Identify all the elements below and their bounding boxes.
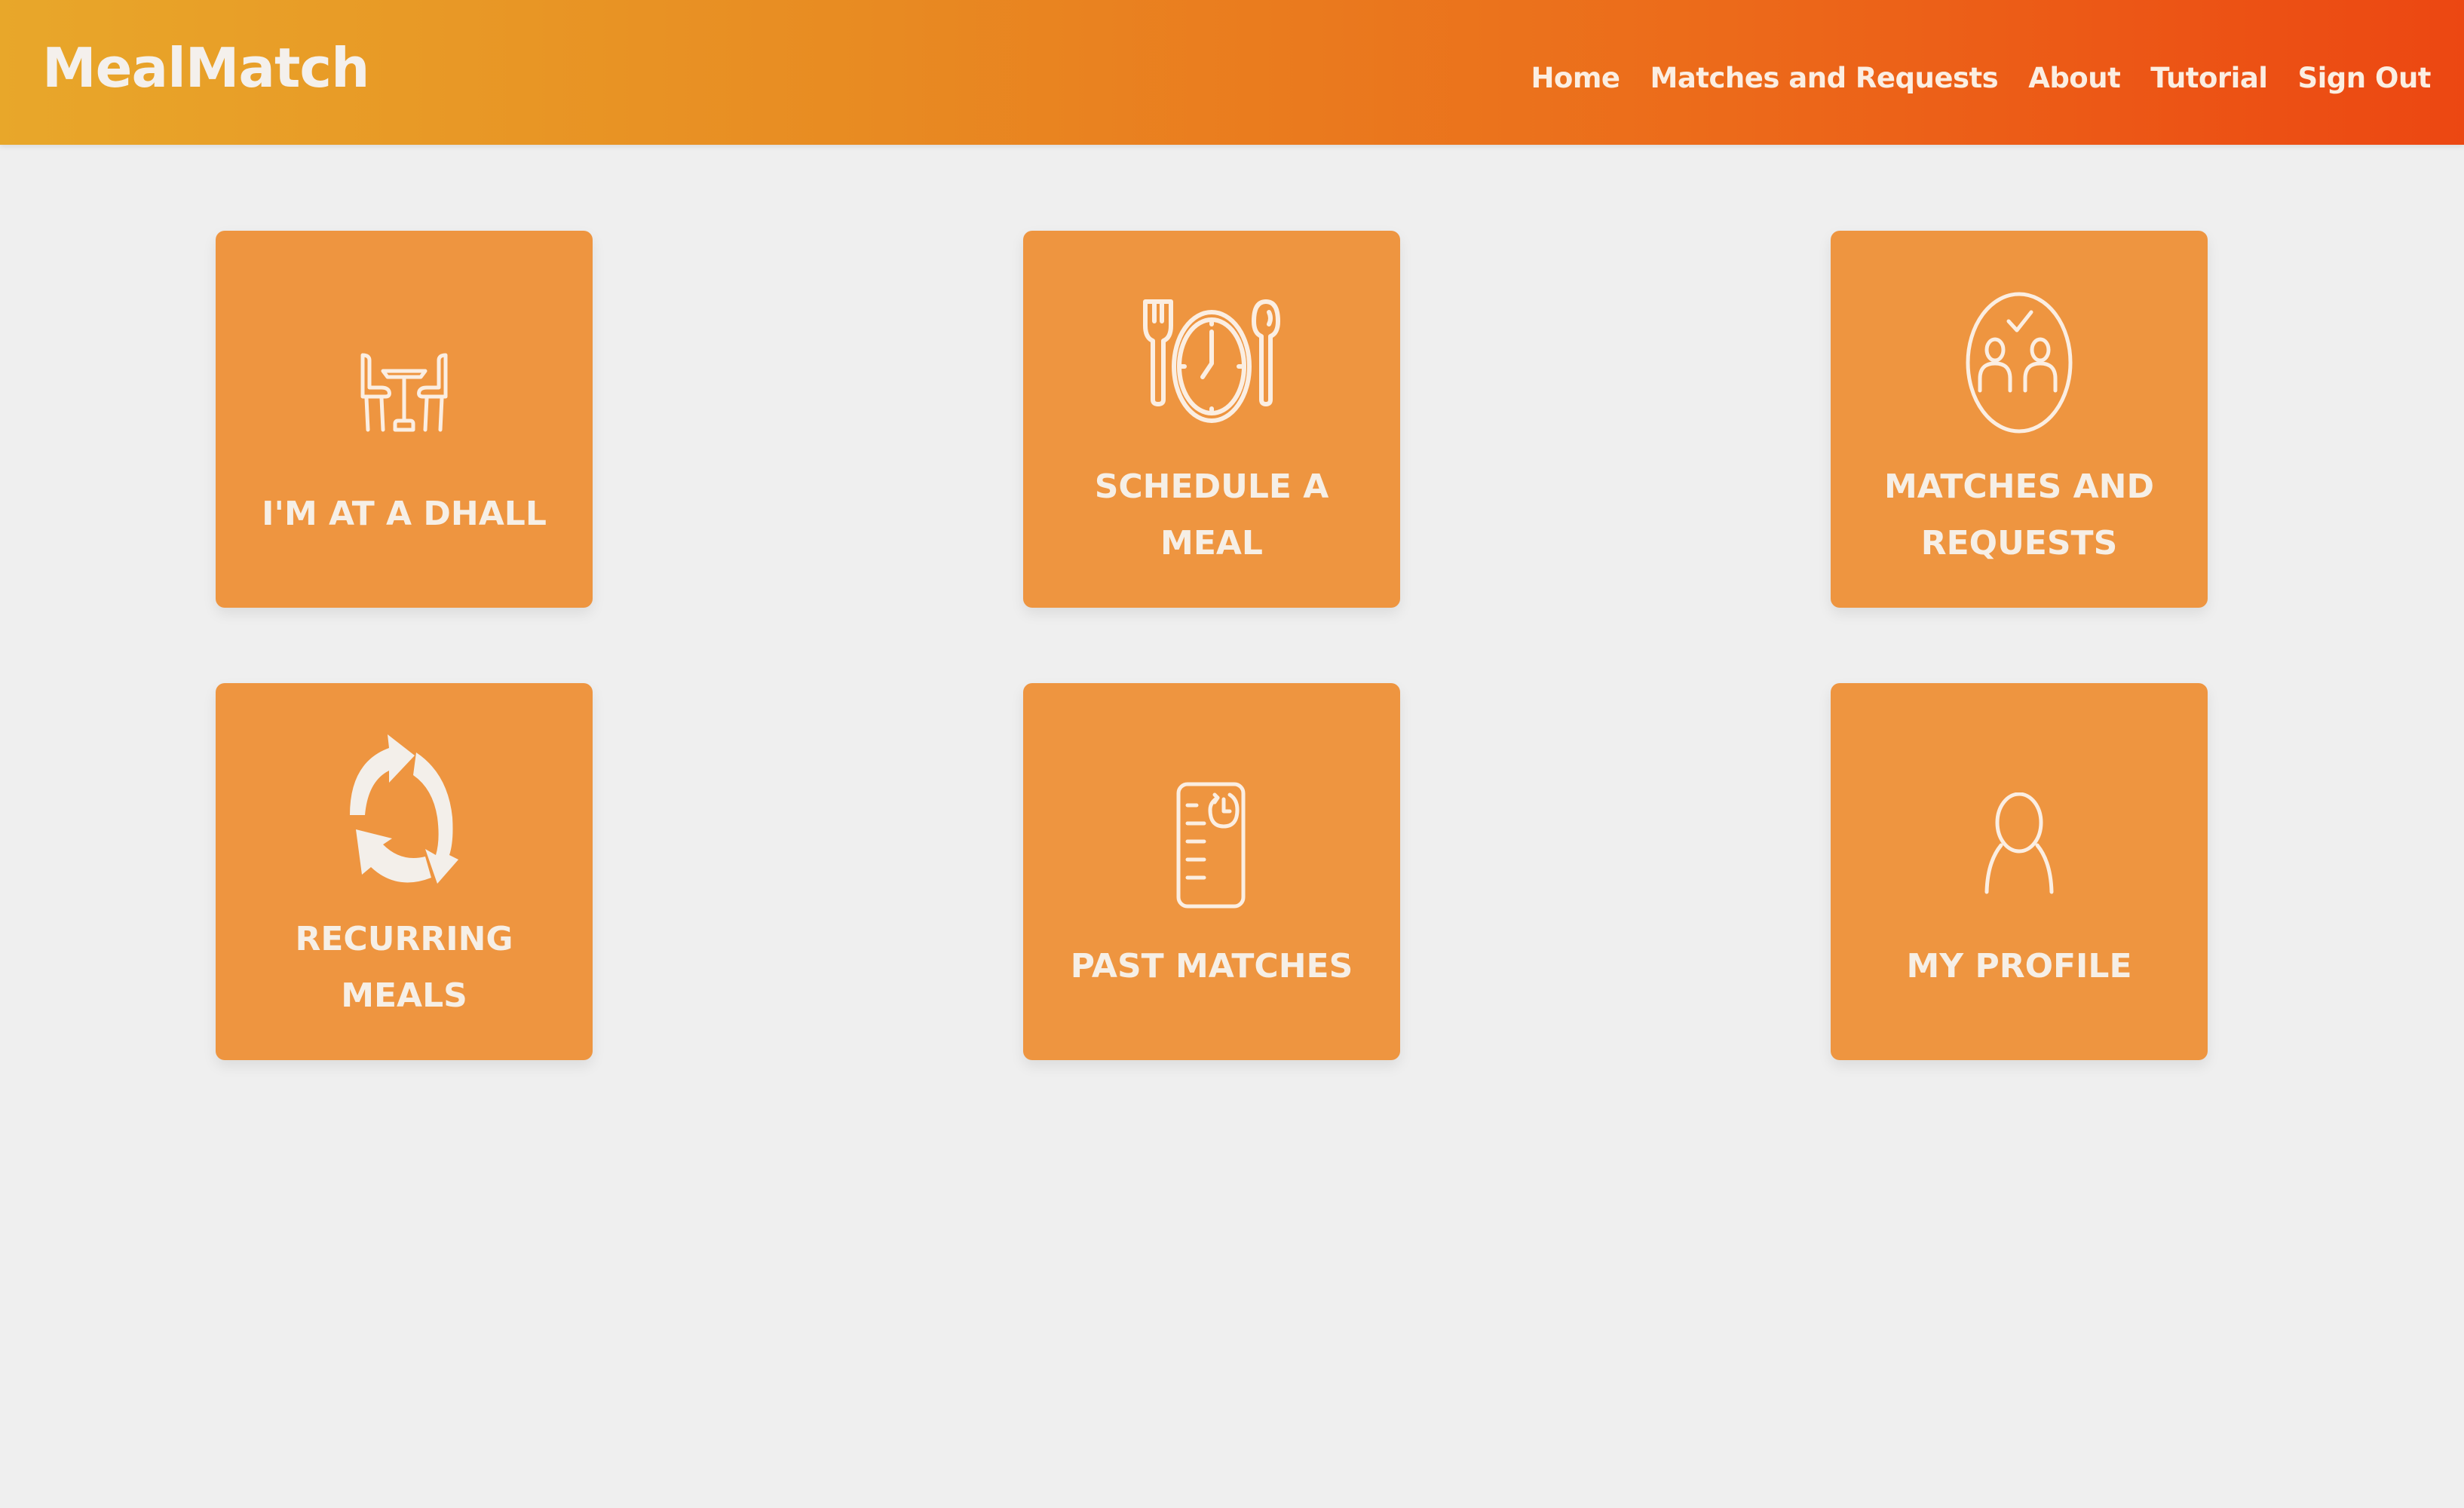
people-check-icon — [1965, 291, 2073, 434]
tile-recurring-meals[interactable]: RECURRING MEALS — [216, 683, 593, 1060]
tile-schedule-a-meal[interactable]: SCHEDULE A MEAL — [1023, 231, 1400, 608]
brand-logo[interactable]: MealMatch — [42, 36, 369, 100]
nav-sign-out[interactable]: Sign Out — [2297, 62, 2431, 94]
tile-label: MY PROFILE — [1906, 947, 2132, 985]
recycle-arrows-icon — [344, 728, 464, 894]
top-navbar: MealMatch Home Matches and Requests Abou… — [0, 0, 2464, 145]
tile-label: I'M AT A DHALL — [262, 495, 547, 533]
nav-tutorial[interactable]: Tutorial — [2150, 62, 2268, 94]
plate-clock-icon — [1142, 299, 1281, 425]
nav-about[interactable]: About — [2028, 62, 2121, 94]
tile-im-at-a-dhall[interactable]: I'M AT A DHALL — [216, 231, 593, 608]
nav-home[interactable]: Home — [1531, 62, 1620, 94]
dining-table-icon — [359, 351, 449, 434]
tile-label: MATCHES AND REQUESTS — [1883, 467, 2154, 562]
user-icon — [1984, 792, 2054, 895]
tile-label: RECURRING MEALS — [295, 920, 513, 1015]
tile-label: PAST MATCHES — [1070, 947, 1353, 985]
history-list-icon — [1175, 781, 1248, 909]
tile-matches-and-requests[interactable]: MATCHES AND REQUESTS — [1831, 231, 2208, 608]
tile-past-matches[interactable]: PAST MATCHES — [1023, 683, 1400, 1060]
nav-matches-and-requests[interactable]: Matches and Requests — [1650, 62, 1999, 94]
tile-label: SCHEDULE A MEAL — [1094, 467, 1329, 562]
tile-my-profile[interactable]: MY PROFILE — [1831, 683, 2208, 1060]
main-nav: Home Matches and Requests About Tutorial… — [1531, 62, 2431, 94]
